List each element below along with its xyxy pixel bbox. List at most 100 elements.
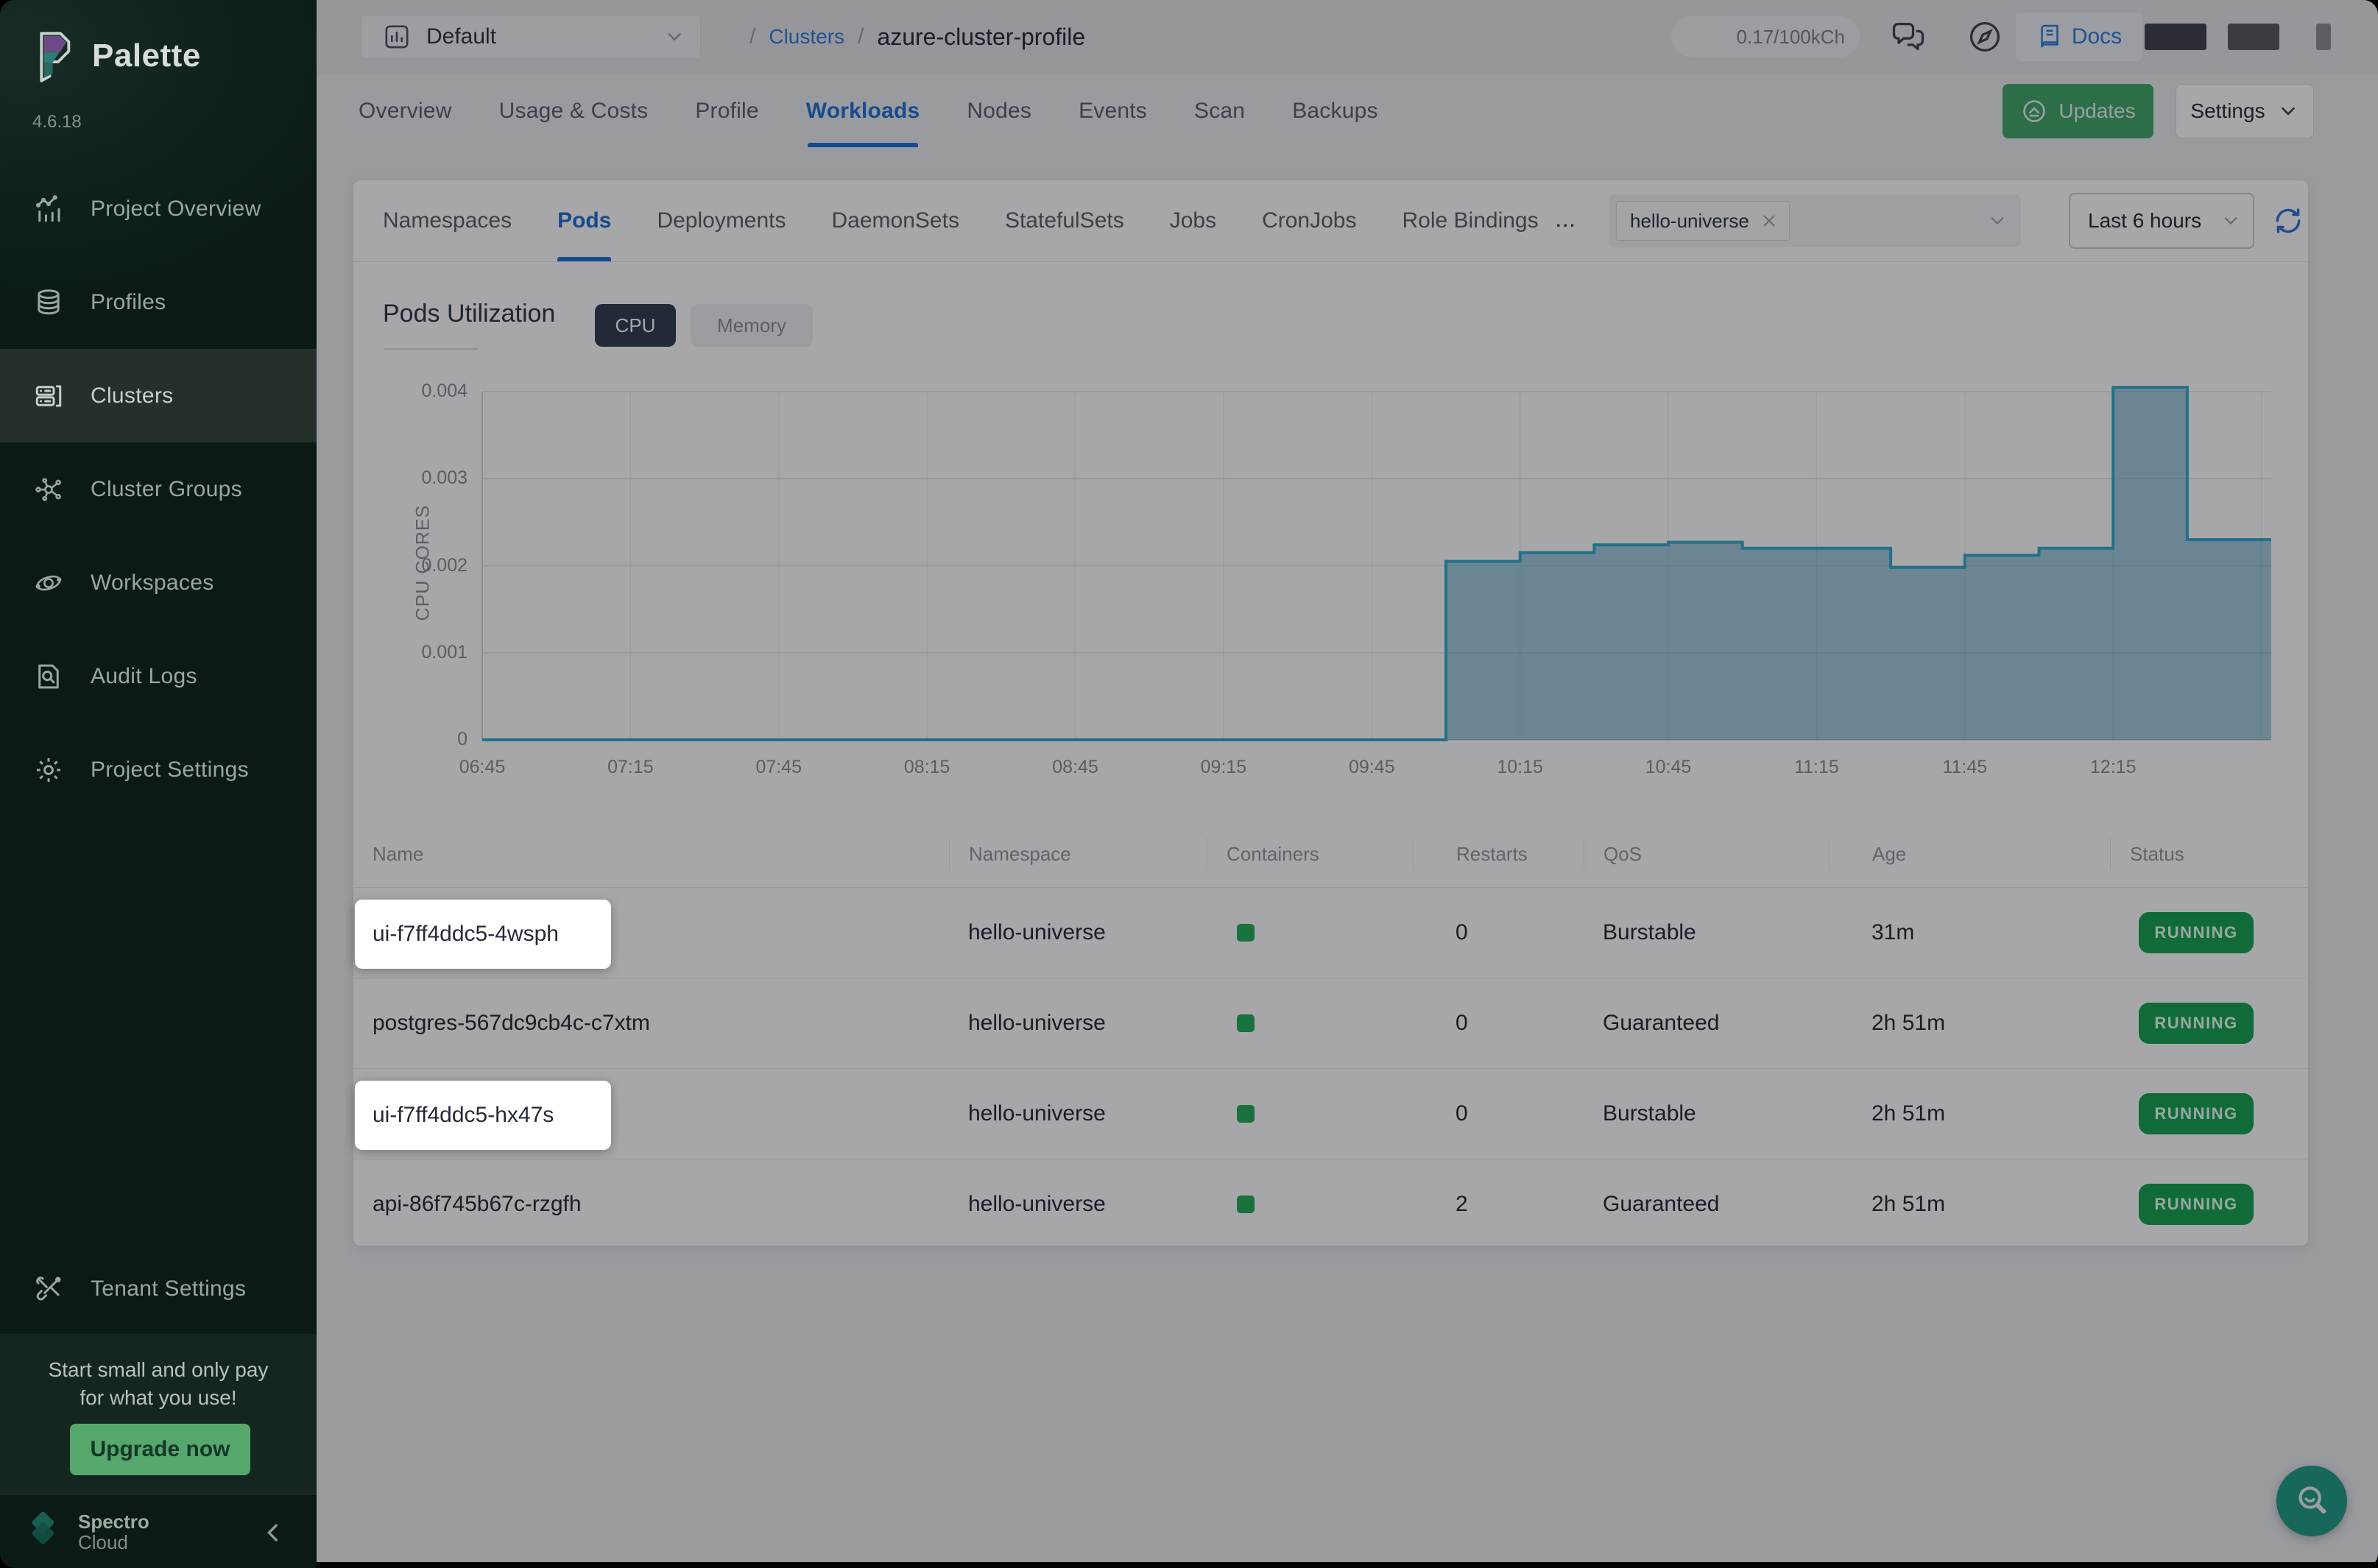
tab-profile[interactable]: Profile	[695, 74, 758, 147]
pod-qos: Guaranteed	[1584, 1159, 1829, 1249]
sidebar-item-label: Tenant Settings	[91, 1276, 246, 1302]
table-row-api-86f745b67c-rzgfh[interactable]: api-86f745b67c-rzgfhhello-universe2Guara…	[353, 1159, 2308, 1249]
breadcrumb-clusters-link[interactable]: Clusters	[769, 25, 844, 49]
pod-namespace: hello-universe	[949, 1159, 1207, 1249]
chevron-down-icon	[2220, 211, 2241, 231]
y-tick: 0.003	[364, 467, 468, 489]
settings-button[interactable]: Settings	[2176, 84, 2314, 138]
app-version: 4.6.18	[32, 112, 82, 133]
tab-overview[interactable]: Overview	[359, 74, 452, 147]
container-status-square	[1237, 1105, 1255, 1123]
sidebar-collapse-icon[interactable]	[261, 1520, 286, 1545]
cpu-utilization-chart	[482, 388, 2271, 740]
help-search-fab[interactable]	[2276, 1466, 2347, 1536]
sidebar-item-workspaces[interactable]: Workspaces	[0, 536, 317, 629]
tab-scan[interactable]: Scan	[1194, 74, 1245, 147]
spectro-cloud-logo-icon	[22, 1511, 65, 1553]
promo-text-line2: for what you use!	[0, 1384, 317, 1412]
sidebar-item-clusters[interactable]: Clusters	[0, 349, 317, 442]
x-tick: 07:15	[579, 757, 682, 778]
pod-containers	[1207, 1159, 1413, 1249]
table-row-ui-f7ff4ddc5-4wsph[interactable]: ui-f7ff4ddc5-4wsphhello-universe0Burstab…	[353, 888, 2308, 978]
pod-age: 2h 51m	[1829, 1159, 2110, 1249]
breadcrumb: / Clusters / azure-cluster-profile	[749, 0, 1085, 74]
memory-toggle-button[interactable]: Memory	[691, 304, 813, 347]
explore-compass-icon[interactable]	[1966, 18, 2004, 56]
subtab-namespaces[interactable]: Namespaces	[383, 180, 512, 261]
orbit-icon	[33, 568, 64, 598]
refresh-icon[interactable]	[2272, 205, 2304, 237]
tools-icon	[33, 1274, 64, 1304]
table-row-postgres-567dc9cb4c-c7xtm[interactable]: postgres-567dc9cb4c-c7xtmhello-universe0…	[353, 978, 2308, 1069]
highlighted-pod-name[interactable]: ui-f7ff4ddc5-4wsph	[355, 900, 611, 969]
namespace-filter-select[interactable]: hello-universe	[1609, 194, 2021, 247]
sidebar-nav: Project OverviewProfilesClusters Cluster …	[0, 162, 317, 816]
tab-usage-costs[interactable]: Usage & Costs	[499, 74, 649, 147]
subtab-daemonsets[interactable]: DaemonSets	[832, 180, 959, 261]
subtab-statefulsets[interactable]: StatefulSets	[1005, 180, 1124, 261]
pod-qos: Burstable	[1584, 1069, 1829, 1159]
nodes-icon	[33, 474, 64, 505]
app-window: Palette 4.6.18 Project OverviewProfilesC…	[0, 0, 2378, 1568]
x-tick: 08:45	[1024, 757, 1127, 778]
sidebar-item-label: Workspaces	[91, 571, 214, 596]
search-smile-icon	[2291, 1480, 2332, 1523]
subtab-deployments[interactable]: Deployments	[657, 180, 786, 261]
pod-containers	[1207, 1069, 1413, 1159]
subtab-role-bindings[interactable]: Role Bindings	[1403, 180, 1539, 261]
tab-backups[interactable]: Backups	[1292, 74, 1377, 147]
feedback-chat-icon[interactable]	[1889, 18, 1927, 56]
tab-workloads[interactable]: Workloads	[806, 74, 920, 147]
pods-table-body: ui-f7ff4ddc5-4wsphhello-universe0Burstab…	[353, 888, 2308, 1249]
promo-text-line1: Start small and only pay	[0, 1356, 317, 1384]
project-scope-icon	[382, 22, 412, 52]
sidebar-item-cluster-groups[interactable]: Cluster Groups	[0, 442, 317, 536]
subtab-cronjobs[interactable]: CronJobs	[1262, 180, 1356, 261]
upgrade-now-button[interactable]: Upgrade now	[70, 1424, 250, 1475]
sidebar-tenant: Tenant Settings	[0, 1242, 317, 1335]
pod-name[interactable]: postgres-567dc9cb4c-c7xtm	[353, 978, 949, 1068]
x-tick: 11:15	[1765, 757, 1868, 778]
audit-icon	[33, 661, 64, 692]
sidebar-item-project-settings[interactable]: Project Settings	[0, 723, 317, 816]
sidebar-item-tenant-settings[interactable]: Tenant Settings	[0, 1242, 317, 1335]
chart-title-underline	[384, 348, 479, 350]
container-status-square	[1237, 924, 1255, 942]
y-tick: 0.002	[364, 555, 468, 576]
sidebar-item-project-overview[interactable]: Project Overview	[0, 162, 317, 255]
column-header-name: Name	[353, 838, 949, 870]
sidebar-item-label: Cluster Groups	[91, 477, 242, 502]
tab-nodes[interactable]: Nodes	[967, 74, 1031, 147]
redacted-username	[2228, 24, 2279, 50]
updates-button[interactable]: Updates	[2003, 84, 2153, 138]
sidebar-item-profiles[interactable]: Profiles	[0, 255, 317, 349]
time-range-select[interactable]: Last 6 hours	[2069, 193, 2254, 249]
column-header-containers: Containers	[1207, 838, 1413, 870]
pod-namespace: hello-universe	[949, 978, 1207, 1068]
sidebar: Palette 4.6.18 Project OverviewProfilesC…	[0, 0, 317, 1568]
highlighted-pod-name[interactable]: ui-f7ff4ddc5-hx47s	[355, 1081, 611, 1150]
project-selector[interactable]: Default	[361, 15, 701, 59]
docs-label: Docs	[2072, 24, 2122, 49]
x-tick: 09:15	[1172, 757, 1275, 778]
container-status-square	[1237, 1014, 1255, 1032]
docs-button[interactable]: Docs	[2016, 13, 2142, 61]
tabs-overflow-button[interactable]: ...	[1555, 180, 1576, 257]
window-bottom-edge	[317, 1562, 2378, 1568]
cpu-toggle-button[interactable]: CPU	[595, 304, 676, 347]
tag-remove-icon[interactable]	[1760, 211, 1779, 230]
subtab-jobs[interactable]: Jobs	[1170, 180, 1216, 261]
usage-credits-pill[interactable]: 0.17/100kCh	[1671, 16, 1860, 57]
subtab-pods[interactable]: Pods	[557, 180, 611, 261]
pod-age: 31m	[1829, 888, 2110, 978]
redacted-avatar	[2316, 24, 2331, 50]
x-tick: 06:45	[431, 757, 534, 778]
pod-qos: Guaranteed	[1584, 978, 1829, 1068]
tab-events[interactable]: Events	[1079, 74, 1147, 147]
pod-name[interactable]: api-86f745b67c-rzgfh	[353, 1159, 949, 1249]
sidebar-item-audit-logs[interactable]: Audit Logs	[0, 629, 317, 723]
gear-icon	[33, 755, 64, 785]
brand-logo: Palette	[33, 29, 201, 82]
column-header-qos: QoS	[1584, 838, 1829, 870]
table-row-ui-f7ff4ddc5-hx47s[interactable]: ui-f7ff4ddc5-hx47shello-universe0Burstab…	[353, 1069, 2308, 1159]
